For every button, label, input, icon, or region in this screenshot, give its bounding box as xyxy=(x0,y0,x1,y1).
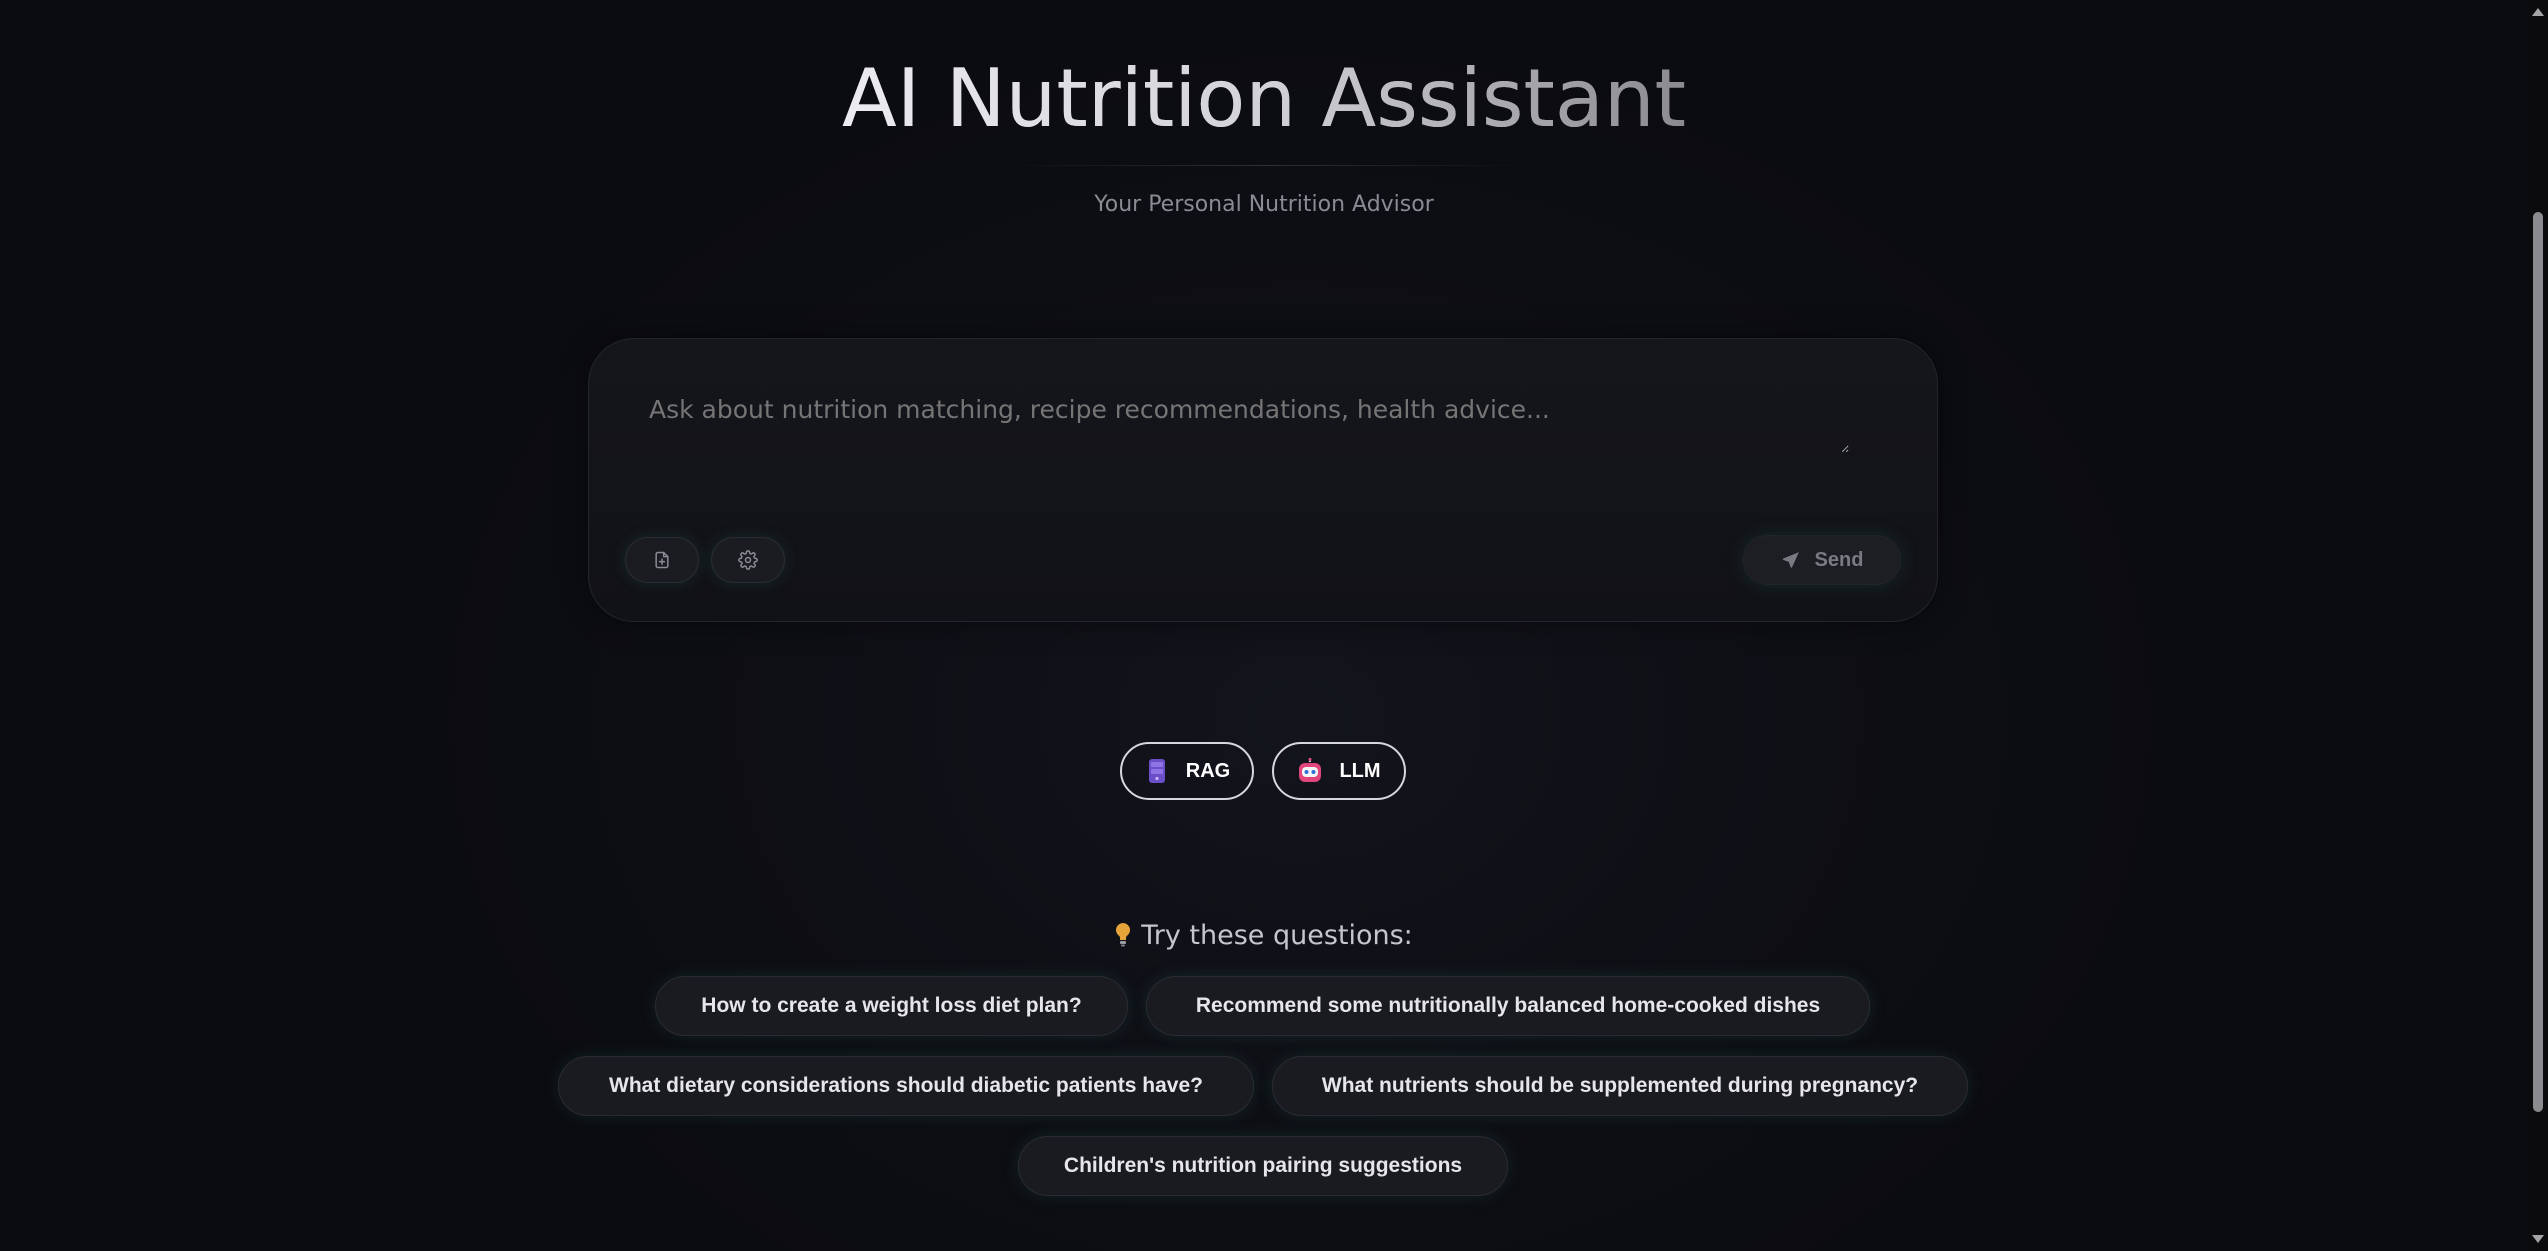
robot-icon xyxy=(1297,758,1323,784)
database-icon xyxy=(1144,758,1170,784)
suggestion-chip[interactable]: What dietary considerations should diabe… xyxy=(558,1056,1254,1116)
suggestion-chip[interactable]: Children's nutrition pairing suggestions xyxy=(1018,1136,1508,1196)
mode-rag-button[interactable]: RAG xyxy=(1120,742,1254,800)
page: AI Nutrition Assistant Your Personal Nut… xyxy=(0,0,2528,1251)
upload-file-button[interactable] xyxy=(625,537,699,583)
scroll-up-arrow-icon[interactable] xyxy=(2532,8,2544,16)
mode-rag-label: RAG xyxy=(1185,759,1231,782)
gear-icon xyxy=(738,550,758,570)
scrollbar-thumb[interactable] xyxy=(2533,212,2543,1112)
page-subtitle: Your Personal Nutrition Advisor xyxy=(1094,192,1434,217)
send-button[interactable]: Send xyxy=(1743,535,1901,585)
page-title: AI Nutrition Assistant xyxy=(0,52,2528,145)
send-label: Send xyxy=(1814,548,1864,571)
message-input[interactable] xyxy=(649,395,1849,453)
scroll-down-arrow-icon[interactable] xyxy=(2532,1235,2544,1243)
vertical-scrollbar[interactable] xyxy=(2528,0,2548,1251)
file-plus-icon xyxy=(655,551,669,569)
suggestions-heading-text: Try these questions: xyxy=(1141,920,1413,951)
mode-llm-label: LLM xyxy=(1339,759,1381,782)
mode-llm-button[interactable]: LLM xyxy=(1272,742,1406,800)
paper-plane-icon xyxy=(1782,552,1799,568)
suggestion-chip[interactable]: Recommend some nutritionally balanced ho… xyxy=(1146,976,1870,1036)
chat-composer: Send xyxy=(588,338,1938,622)
lightbulb-icon xyxy=(1115,922,1131,955)
suggestions-heading: Try these questions: xyxy=(0,920,2528,955)
suggestion-chip[interactable]: How to create a weight loss diet plan? xyxy=(655,976,1128,1036)
title-divider xyxy=(1000,165,1530,166)
settings-button[interactable] xyxy=(711,537,785,583)
suggestion-chip[interactable]: What nutrients should be supplemented du… xyxy=(1272,1056,1968,1116)
